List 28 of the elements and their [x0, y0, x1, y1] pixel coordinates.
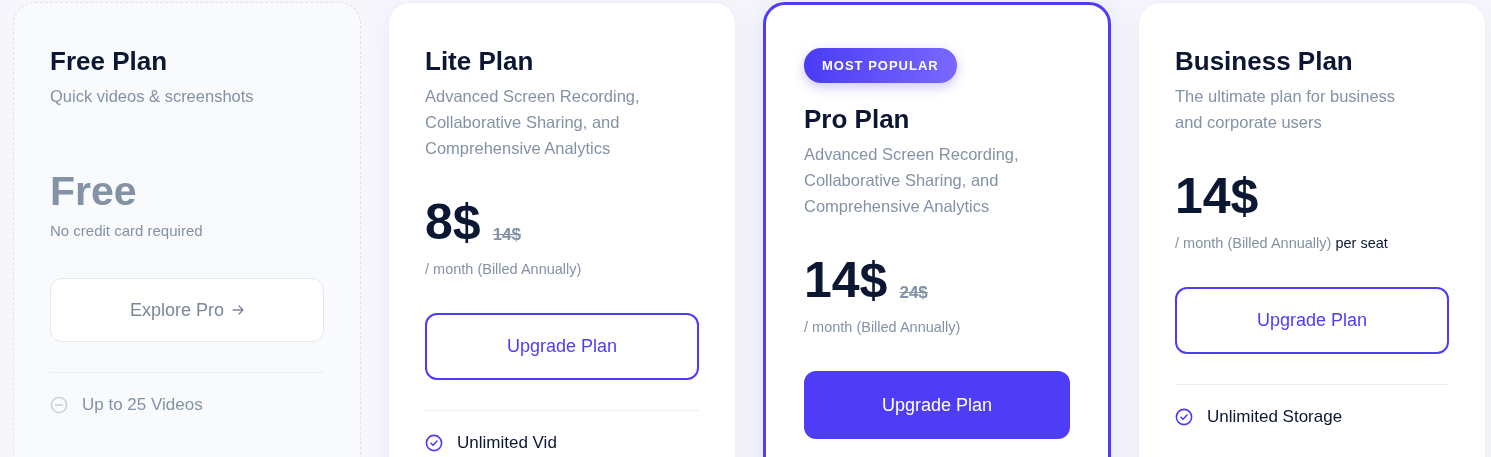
upgrade-button[interactable]: Upgrade Plan [804, 371, 1070, 439]
upgrade-button[interactable]: Upgrade Plan [1175, 287, 1449, 354]
plan-price: Free [50, 171, 137, 212]
billing-period: / month (Billed Annually) [425, 261, 582, 277]
plan-title: Lite Plan [425, 45, 535, 77]
plan-price: 8$ [425, 197, 481, 247]
upgrade-button[interactable]: Upgrade Plan [425, 313, 699, 380]
price-note: No credit card required [50, 222, 203, 239]
plan-description: The ultimate plan for business and corporate users [1175, 86, 1397, 133]
plan-title: Free Plan [50, 45, 169, 77]
plan-description: Quick videos & screenshots [50, 86, 255, 107]
plan-title: Business Plan [1175, 45, 1354, 77]
explore-button[interactable]: Explore Pro [50, 278, 324, 342]
arrow-right-icon [232, 304, 244, 316]
feature-text: Up to 25 Videos [82, 395, 203, 415]
feature-text: Unlimited Storage [1207, 407, 1343, 427]
plan-description: Advanced Screen Recording, Collaborative Sharing, and Comprehensive Analytics [425, 86, 641, 159]
plan-title: Pro Plan [804, 103, 911, 135]
billing-period: / month (Billed Annually) [1175, 235, 1332, 251]
billing-period: / month (Billed Annually) [804, 319, 961, 335]
plan-price: 14$ [804, 255, 888, 305]
most-popular-badge: MOST POPULAR [804, 48, 957, 83]
feature-text: Unlimited Vid [457, 433, 557, 453]
plan-description: Advanced Screen Recording, Collaborative Sharing, and Comprehensive Analytics [804, 144, 1020, 217]
per-seat-label: per seat [1335, 235, 1388, 251]
plan-price: 14$ [1175, 171, 1259, 221]
old-price: 24$ [899, 283, 928, 303]
old-price: 14$ [492, 225, 521, 245]
